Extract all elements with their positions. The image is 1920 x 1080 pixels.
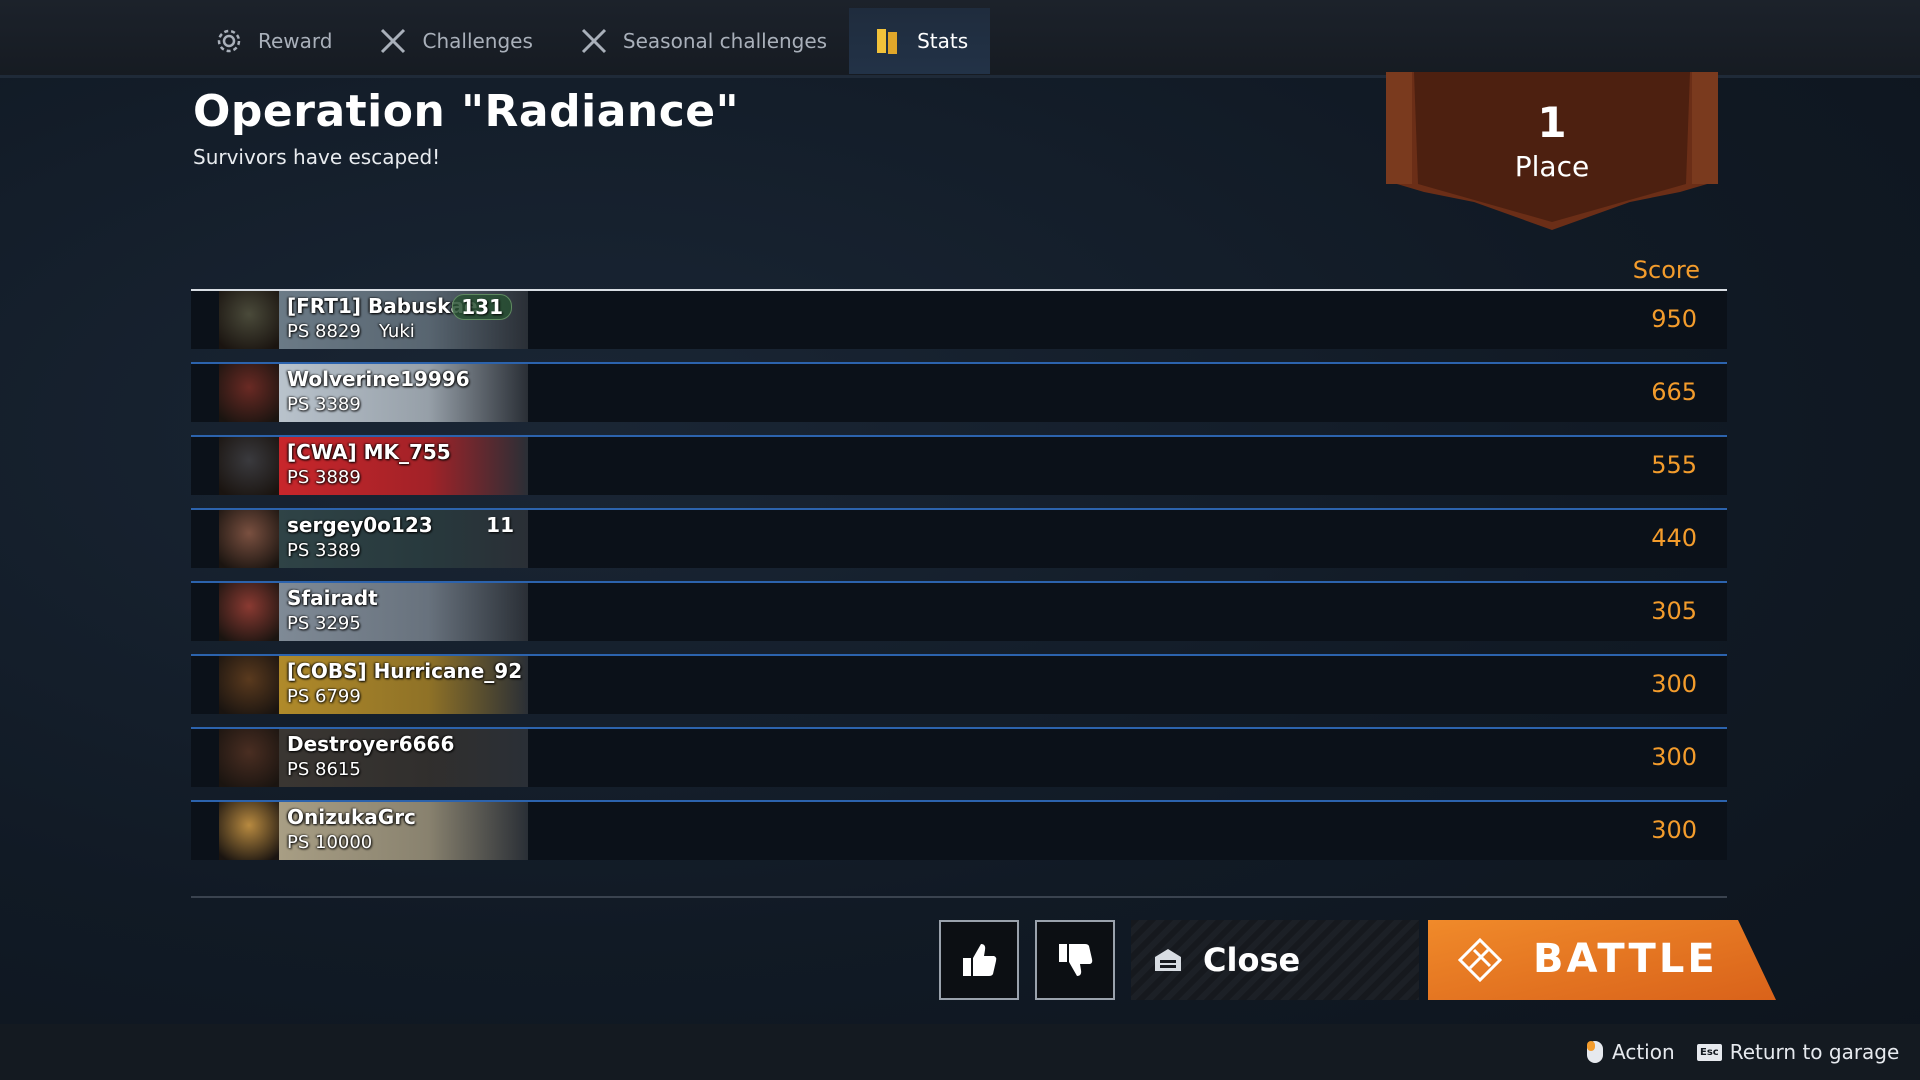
table-row[interactable]: Wolverine19996 PS 3389 665 [191, 362, 1727, 422]
table-row[interactable]: [COBS] Hurricane_92 PS 6799 300 [191, 654, 1727, 714]
results-table: [FRT1] Babuskae PS 8829 Yuki 131 950 Wolverin… [191, 289, 1727, 873]
player-power-score: PS 6799 [287, 686, 361, 707]
place-label: Place [1514, 150, 1590, 183]
player-power-score: PS 3889 [287, 467, 361, 488]
mouse-icon [1586, 1040, 1604, 1064]
page-subtitle: Survivors have escaped! [193, 145, 441, 169]
player-score: 950 [1651, 305, 1697, 333]
player-nameplate: [FRT1] Babuskae PS 8829 Yuki 131 [279, 291, 528, 349]
player-nameplate: [COBS] Hurricane_92 PS 6799 [279, 656, 528, 714]
score-column-header: Score [1632, 256, 1700, 284]
player-name: sergey0o123 [287, 513, 433, 537]
table-row[interactable]: Sfairadt PS 3295 305 [191, 581, 1727, 641]
table-row[interactable]: [CWA] MK_755 PS 3889 555 [191, 435, 1727, 495]
tab-label: Challenges [422, 29, 533, 53]
place-banner: 1 Place [1380, 72, 1724, 232]
top-bar: Reward Challenges Seasonal challenges St… [0, 0, 1920, 78]
player-score: 300 [1651, 670, 1697, 698]
tab-stats[interactable]: Stats [849, 8, 991, 74]
table-row[interactable]: sergey0o123 PS 3389 11 440 [191, 508, 1727, 568]
player-nameplate: sergey0o123 PS 3389 11 [279, 510, 528, 568]
player-avatar [219, 291, 279, 349]
close-button[interactable]: Close [1131, 920, 1419, 1000]
player-name: OnizukaGrc [287, 805, 416, 829]
tab-label: Stats [917, 29, 969, 53]
return-to-garage-label: Return to garage [1729, 1040, 1900, 1064]
player-name: Sfairadt [287, 586, 378, 610]
player-nameplate: Destroyer6666 PS 8615 [279, 729, 528, 787]
player-power-score: PS 3389 [287, 540, 361, 561]
player-name: Wolverine19996 [287, 367, 470, 391]
close-button-label: Close [1203, 941, 1301, 979]
crossed-swords-icon [577, 24, 611, 58]
player-nameplate: Sfairadt PS 3295 [279, 583, 528, 641]
player-score: 440 [1651, 524, 1697, 552]
action-hint: Action [1586, 1040, 1675, 1064]
esc-key-icon: Esc [1697, 1043, 1722, 1061]
player-name: [CWA] MK_755 [287, 440, 451, 464]
player-avatar [219, 802, 279, 860]
player-avatar [219, 729, 279, 787]
tab-label: Reward [258, 29, 333, 53]
player-power-score: PS 10000 [287, 832, 373, 853]
garage-icon [1155, 949, 1181, 971]
player-nameplate: Wolverine19996 PS 3389 [279, 364, 528, 422]
tab-reward[interactable]: Reward [190, 8, 354, 74]
battle-icon [1458, 938, 1502, 982]
player-score: 305 [1651, 597, 1697, 625]
player-name: [COBS] Hurricane_92 [287, 659, 523, 683]
player-avatar [219, 510, 279, 568]
return-to-garage-hint[interactable]: Esc Return to garage [1697, 1040, 1899, 1064]
table-row[interactable]: Destroyer6666 PS 8615 300 [191, 727, 1727, 787]
place-number: 1 [1537, 98, 1567, 147]
divider [191, 896, 1727, 898]
battle-button[interactable]: BATTLE [1428, 920, 1776, 1000]
crossed-swords-icon [376, 24, 410, 58]
player-name: [FRT1] Babuskae [287, 294, 478, 318]
thumbs-up-icon [963, 944, 997, 976]
thumbs-down-icon [1059, 944, 1093, 976]
player-nameplate: OnizukaGrc PS 10000 [279, 802, 528, 860]
tab-seasonal-challenges[interactable]: Seasonal challenges [555, 8, 849, 74]
gear-badge-icon [212, 24, 246, 58]
player-score: 300 [1651, 743, 1697, 771]
tab-list: Reward Challenges Seasonal challenges St… [190, 8, 991, 74]
player-name: Destroyer6666 [287, 732, 455, 756]
player-tag: Yuki [379, 321, 415, 342]
player-power-score: PS 3295 [287, 613, 361, 634]
tab-label: Seasonal challenges [622, 29, 828, 53]
player-nameplate: [CWA] MK_755 PS 3889 [279, 437, 528, 495]
player-power-score: PS 3389 [287, 394, 361, 415]
player-power-score: PS 8829 [287, 321, 361, 342]
table-row[interactable]: [FRT1] Babuskae PS 8829 Yuki 131 950 [191, 289, 1727, 349]
table-row[interactable]: OnizukaGrc PS 10000 300 [191, 800, 1727, 860]
player-avatar [219, 583, 279, 641]
player-avatar [219, 437, 279, 495]
page-title: Operation "Radiance" [193, 86, 740, 137]
action-hint-label: Action [1612, 1040, 1675, 1064]
player-score: 300 [1651, 816, 1697, 844]
player-avatar [219, 656, 279, 714]
player-score: 665 [1651, 378, 1697, 406]
dislike-button[interactable] [1035, 920, 1115, 1000]
player-level: 131 [452, 294, 512, 320]
player-score: 555 [1651, 451, 1697, 479]
player-level: 11 [486, 513, 514, 537]
battle-button-label: BATTLE [1533, 936, 1718, 982]
tab-challenges[interactable]: Challenges [354, 8, 554, 74]
player-power-score: PS 8615 [287, 759, 361, 780]
stats-book-icon [871, 24, 905, 58]
like-button[interactable] [939, 920, 1019, 1000]
player-avatar [219, 364, 279, 422]
